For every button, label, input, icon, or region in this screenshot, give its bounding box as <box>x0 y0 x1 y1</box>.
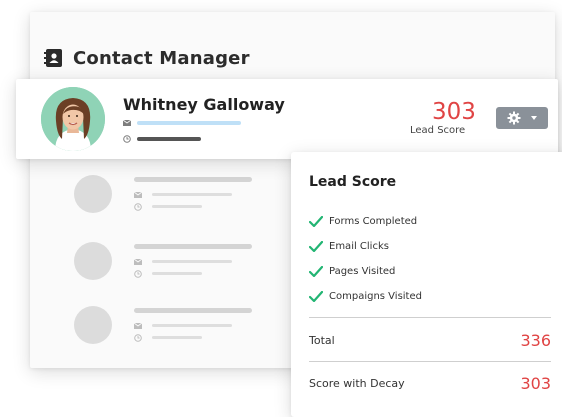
clock-icon <box>134 334 142 342</box>
checkmark-icon <box>309 291 323 302</box>
criteria-item: Compaigns Visited <box>309 284 422 309</box>
checkmark-icon <box>309 241 323 252</box>
criteria-label: Pages Visited <box>329 266 396 277</box>
criteria-list: Forms Completed Email Clicks Pages Visit… <box>309 209 422 309</box>
name-placeholder-bar <box>134 308 252 313</box>
date-placeholder-bar <box>152 272 202 275</box>
criteria-item: Email Clicks <box>309 234 422 259</box>
email-placeholder-bar <box>152 193 232 196</box>
caret-down-icon <box>531 116 537 120</box>
email-redacted-bar <box>137 121 241 125</box>
avatar <box>41 87 105 151</box>
settings-dropdown-button[interactable] <box>496 107 548 129</box>
criteria-label: Email Clicks <box>329 241 389 252</box>
checkmark-icon <box>309 216 323 227</box>
clock-icon <box>134 203 142 211</box>
contact-email-row <box>123 119 241 127</box>
panel-header: Contact Manager <box>44 47 250 69</box>
avatar-placeholder <box>74 242 112 280</box>
email-placeholder-bar <box>152 324 232 327</box>
name-placeholder-bar <box>134 177 252 182</box>
criteria-label: Forms Completed <box>329 216 418 227</box>
email-icon <box>134 191 142 198</box>
contact-date-row <box>123 135 201 143</box>
avatar-placeholder <box>74 306 112 344</box>
total-value: 336 <box>520 331 551 350</box>
lead-score-popover: Lead Score Forms Completed Email Clicks … <box>291 152 562 417</box>
avatar-placeholder <box>74 175 112 213</box>
lead-score-label: Lead Score <box>410 125 466 136</box>
criteria-label: Compaigns Visited <box>329 291 422 302</box>
decay-label: Score with Decay <box>309 377 405 390</box>
page-title: Contact Manager <box>73 47 250 69</box>
lead-score-value: 303 <box>432 99 476 125</box>
date-redacted-bar <box>137 137 201 141</box>
email-icon <box>134 322 142 329</box>
gear-icon <box>507 111 521 125</box>
list-item-placeholder[interactable] <box>74 242 284 280</box>
email-icon <box>134 258 142 265</box>
contact-book-icon <box>44 48 64 68</box>
total-label: Total <box>309 334 335 347</box>
divider <box>309 361 551 362</box>
email-placeholder-bar <box>152 260 232 263</box>
contact-name[interactable]: Whitney Galloway <box>123 95 285 114</box>
popover-title: Lead Score <box>309 174 397 190</box>
list-item-placeholder[interactable] <box>74 175 284 213</box>
date-placeholder-bar <box>152 205 202 208</box>
clock-icon <box>134 270 142 278</box>
criteria-item: Forms Completed <box>309 209 422 234</box>
criteria-item: Pages Visited <box>309 259 422 284</box>
email-icon <box>123 119 131 126</box>
list-item-placeholder[interactable] <box>74 306 284 344</box>
checkmark-icon <box>309 266 323 277</box>
featured-contact-card[interactable]: Whitney Galloway 303 Lead Score <box>16 79 558 159</box>
decay-value: 303 <box>520 374 551 393</box>
name-placeholder-bar <box>134 244 252 249</box>
date-placeholder-bar <box>152 336 202 339</box>
divider <box>309 317 551 318</box>
clock-icon <box>123 135 131 143</box>
